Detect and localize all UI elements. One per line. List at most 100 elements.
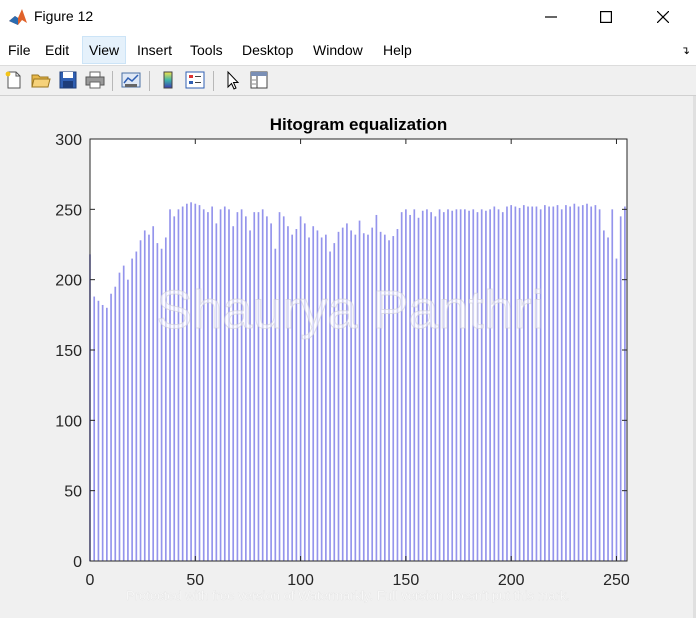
histogram-bar [413, 209, 416, 561]
menu-desktop[interactable]: Desktop [236, 36, 299, 64]
y-tick-label: 200 [55, 273, 82, 290]
histogram-bar [501, 212, 504, 561]
x-tick-label: 0 [86, 572, 95, 589]
menu-insert[interactable]: Insert [131, 36, 178, 64]
histogram-bar [312, 226, 315, 561]
histogram-bar [518, 207, 521, 561]
histogram-bar [615, 258, 618, 561]
y-tick-label: 0 [73, 554, 82, 571]
histogram-bar [261, 209, 264, 561]
histogram-bar [607, 237, 609, 561]
histogram-bar [240, 209, 243, 561]
histogram-bar [426, 209, 428, 561]
histogram-bar [430, 212, 432, 561]
figure-toolbar [0, 66, 696, 96]
minimize-button[interactable] [528, 0, 574, 34]
histogram-bar [442, 212, 445, 561]
maximize-button[interactable] [583, 0, 629, 34]
menu-window[interactable]: Window [307, 36, 369, 64]
menu-bar: File Edit View Insert Tools Desktop Wind… [0, 34, 696, 66]
histogram-bar [506, 206, 508, 561]
colorbar-icon [163, 71, 173, 89]
histogram-bar [421, 210, 424, 561]
print-figure-button[interactable] [84, 69, 106, 91]
histogram-bar [346, 223, 348, 561]
histogram-bar [341, 227, 344, 561]
histogram-bar [101, 304, 104, 561]
histogram-bar [455, 209, 458, 561]
menu-help[interactable]: Help [377, 36, 418, 64]
histogram-bar [514, 206, 517, 561]
histogram-bar [186, 203, 188, 561]
insert-legend-button[interactable] [184, 69, 206, 91]
histogram-bar [228, 209, 230, 561]
histogram-bar [434, 216, 437, 561]
histogram-bar [447, 209, 449, 561]
link-plot-button[interactable] [120, 69, 142, 91]
watermark-notice: Protected with free version of Watermark… [126, 588, 570, 603]
toolbar-separator [213, 71, 214, 91]
histogram-bar [552, 206, 555, 561]
y-tick-label: 300 [55, 132, 82, 149]
histogram-bar [110, 293, 112, 561]
legend-icon [185, 71, 205, 89]
histogram-bar [148, 234, 150, 561]
histogram-bar [438, 209, 441, 561]
new-figure-button[interactable] [3, 69, 25, 91]
histogram-bar [400, 212, 403, 561]
menu-edit[interactable]: Edit [39, 36, 75, 64]
histogram-bar [451, 210, 454, 561]
open-file-button[interactable] [30, 69, 52, 91]
histogram-bar [577, 206, 580, 561]
menu-tools[interactable]: Tools [184, 36, 229, 64]
histogram-bar [303, 223, 306, 561]
y-tick-label: 250 [55, 202, 82, 219]
menu-file[interactable]: File [2, 36, 37, 64]
histogram-bar [122, 265, 125, 561]
histogram-bar [459, 209, 462, 561]
histogram-bar [143, 230, 146, 561]
histogram-bar [152, 226, 155, 561]
histogram-bar [472, 209, 475, 561]
cursor-arrow-icon [227, 70, 240, 90]
histogram-bar [106, 307, 108, 561]
y-tick-label: 50 [64, 484, 82, 501]
histogram-bar [565, 205, 567, 562]
property-inspector-button[interactable] [248, 69, 270, 91]
histogram-bar [236, 212, 239, 561]
histogram-bar [127, 279, 129, 561]
histogram-axes[interactable]: 0 50 100 150 200 250 0 50 100 150 200 250 300 [55, 132, 630, 589]
histogram-bar [169, 209, 171, 561]
menu-view[interactable]: View [82, 36, 127, 64]
histogram-bar [468, 210, 470, 561]
dock-arrow-icon[interactable]: ↴ [681, 44, 690, 57]
histogram-bar [573, 203, 576, 561]
histogram-bar [245, 216, 247, 561]
histogram-bar [181, 206, 184, 561]
histogram-bar [476, 212, 479, 561]
maximize-icon [600, 11, 612, 23]
histogram-bar [522, 205, 525, 562]
histogram-bar [489, 209, 491, 561]
histogram-bar [598, 209, 601, 561]
histogram-bar [270, 223, 272, 561]
watermark-name: Shaurya Panthri [156, 280, 543, 340]
close-icon [657, 11, 669, 23]
edit-plot-button[interactable] [221, 69, 243, 91]
link-plot-icon [121, 72, 141, 88]
histogram-bar [371, 227, 374, 561]
close-button[interactable] [640, 0, 686, 34]
histogram-bar [278, 212, 281, 561]
histogram-bar [396, 229, 399, 561]
new-file-icon [5, 71, 21, 89]
histogram-bar [539, 209, 542, 561]
histogram-bar [287, 226, 289, 561]
histogram-bar [594, 205, 597, 562]
save-figure-button[interactable] [57, 69, 79, 91]
histogram-bar [603, 230, 605, 561]
insert-colorbar-button[interactable] [157, 69, 179, 91]
histogram-bar [118, 272, 121, 561]
histogram-bar [295, 229, 298, 561]
histogram-bar [93, 296, 96, 561]
histogram-bar [194, 203, 197, 561]
